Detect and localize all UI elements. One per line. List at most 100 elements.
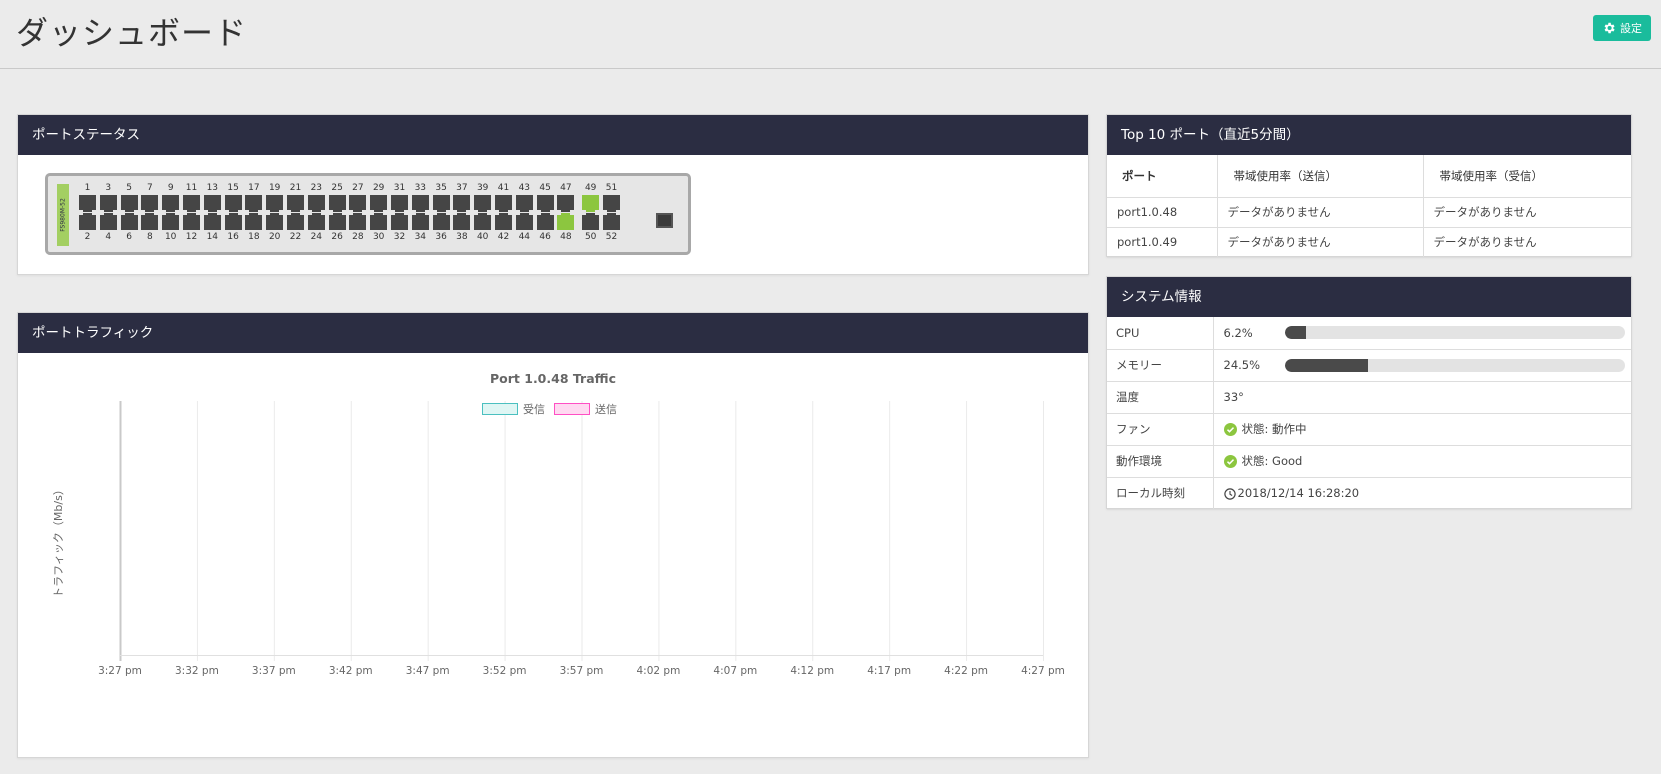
port-36[interactable]	[432, 213, 450, 230]
check-circle-icon	[1223, 455, 1237, 468]
port-17[interactable]	[245, 195, 263, 212]
port-4[interactable]	[99, 213, 117, 230]
port-43[interactable]	[515, 195, 533, 212]
port-37[interactable]	[453, 195, 471, 212]
port-11[interactable]	[183, 195, 200, 212]
port-traffic-panel: ポートトラフィック 3:27 pm 3:32 pm 3:37 pm 3:42 pm 3:…	[17, 312, 1089, 758]
port-49[interactable]	[582, 195, 600, 212]
port-1[interactable]	[79, 195, 96, 212]
port-46[interactable]	[536, 213, 554, 230]
port-number-label: 26	[331, 232, 343, 242]
local-time-value: 2018/12/14 16:28:20	[1237, 486, 1360, 500]
column-header-tx: 帯域使用率（送信）	[1217, 155, 1424, 198]
port-44[interactable]	[515, 213, 533, 230]
port-13[interactable]	[203, 195, 221, 212]
port-39[interactable]	[474, 195, 492, 212]
x-tick-label: 3:47 pm	[406, 665, 450, 677]
port-41[interactable]	[495, 195, 512, 212]
port-28[interactable]	[349, 213, 367, 230]
port-number-label: 14	[206, 232, 219, 242]
port-2[interactable]	[79, 213, 96, 230]
port-14[interactable]	[203, 213, 221, 230]
port-number-label: 19	[268, 183, 281, 193]
port-27[interactable]	[349, 195, 367, 212]
port-number-label: 23	[310, 183, 323, 193]
x-tick-label: 3:42 pm	[329, 665, 373, 677]
port-29[interactable]	[370, 195, 388, 212]
port-6[interactable]	[120, 213, 138, 230]
port-26[interactable]	[328, 213, 346, 230]
memory-progress-fill	[1284, 358, 1368, 372]
port-33[interactable]	[411, 195, 429, 212]
port-number-label: 24	[310, 232, 323, 242]
legend-item-tx[interactable]: 送信	[554, 401, 617, 417]
port-16[interactable]	[224, 213, 242, 230]
port-25[interactable]	[328, 195, 346, 212]
port-50[interactable]	[582, 213, 600, 230]
port-number-label: 49	[584, 183, 597, 193]
cpu-row: CPU 6.2%	[1107, 317, 1631, 350]
port-48[interactable]	[557, 213, 575, 230]
port-52[interactable]	[603, 213, 620, 230]
management-port[interactable]	[656, 213, 673, 228]
x-tick-label: 4:17 pm	[867, 665, 911, 677]
fan-label: ファン	[1107, 413, 1214, 446]
port-number-label: 43	[518, 183, 531, 193]
table-row[interactable]: port1.0.49 データがありません データがありません	[1107, 227, 1631, 258]
port-number-label: 15	[227, 183, 239, 193]
cpu-progress-fill	[1284, 326, 1306, 340]
settings-button[interactable]: 設定	[1593, 15, 1651, 41]
port-number-label: 33	[414, 183, 427, 193]
port-15[interactable]	[224, 195, 242, 212]
port-47[interactable]	[557, 195, 575, 212]
port-45[interactable]	[536, 195, 554, 212]
port-number-label: 50	[584, 232, 597, 242]
port-38[interactable]	[453, 213, 471, 230]
x-tick-label: 4:27 pm	[1021, 665, 1065, 677]
port-number-label: 39	[476, 183, 489, 193]
port-42[interactable]	[495, 213, 512, 230]
port-35[interactable]	[432, 195, 450, 212]
port-status-title: ポートステータス	[18, 115, 1088, 155]
port-34[interactable]	[411, 213, 429, 230]
port-5[interactable]	[120, 195, 138, 212]
port-19[interactable]	[266, 195, 284, 212]
port-number-label: 17	[248, 183, 260, 193]
port-3[interactable]	[99, 195, 117, 212]
table-row[interactable]: port1.0.48 データがありません データがありません	[1107, 197, 1631, 228]
temperature-row: 温度 33°	[1107, 381, 1631, 414]
port-7[interactable]	[141, 195, 159, 212]
system-info-title: システム情報	[1107, 277, 1631, 317]
port-9[interactable]	[162, 195, 180, 212]
port-number-label: 3	[105, 183, 112, 193]
port-32[interactable]	[391, 213, 408, 230]
legend-item-rx[interactable]: 受信	[482, 401, 545, 417]
cell-tx: データがありません	[1217, 197, 1424, 228]
port-number-label: 1	[84, 183, 91, 193]
legend-label-rx: 受信	[523, 403, 545, 416]
port-10[interactable]	[162, 213, 180, 230]
port-40[interactable]	[474, 213, 492, 230]
port-20[interactable]	[266, 213, 284, 230]
port-18[interactable]	[245, 213, 263, 230]
port-number-label: 12	[185, 232, 198, 242]
port-30[interactable]	[370, 213, 388, 230]
port-number-label: 52	[605, 232, 618, 242]
port-12[interactable]	[183, 213, 200, 230]
temperature-value: 33°	[1213, 381, 1631, 414]
port-21[interactable]	[287, 195, 304, 212]
port-8[interactable]	[141, 213, 159, 230]
port-number-label: 4	[105, 232, 112, 242]
port-number-label: 40	[476, 232, 489, 242]
port-51[interactable]	[603, 195, 620, 212]
check-circle-icon	[1223, 423, 1237, 436]
port-22[interactable]	[287, 213, 304, 230]
port-number-label: 20	[268, 232, 281, 242]
legend-label-tx: 送信	[595, 403, 617, 416]
port-23[interactable]	[307, 195, 325, 212]
column-header-rx: 帯域使用率（受信）	[1423, 155, 1631, 198]
port-24[interactable]	[307, 213, 325, 230]
port-31[interactable]	[391, 195, 408, 212]
memory-progress-bar	[1284, 358, 1625, 372]
port-number-label: 8	[147, 232, 153, 242]
